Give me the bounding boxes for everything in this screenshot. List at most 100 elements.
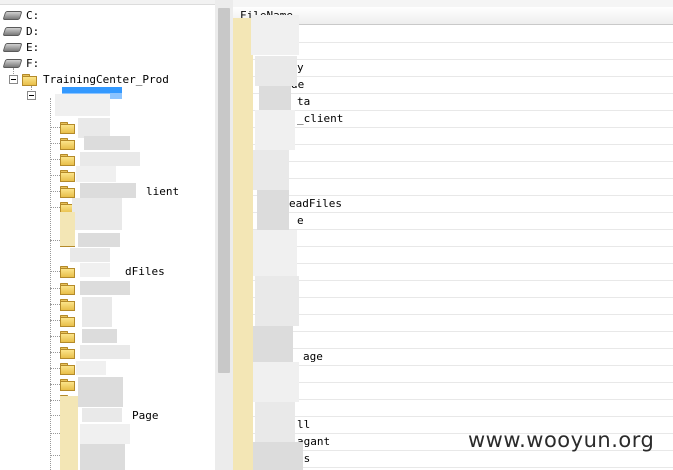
scrollbar-thumb[interactable]	[218, 8, 230, 373]
tree-drive-e[interactable]: E:	[4, 40, 39, 54]
list-row[interactable]	[233, 331, 673, 349]
tree-line	[50, 191, 60, 192]
folder-icon	[60, 378, 75, 391]
redacted-block	[55, 94, 110, 116]
list-row[interactable]: _client	[233, 110, 673, 128]
tree-line	[50, 288, 60, 289]
list-row[interactable]: ta	[233, 93, 673, 111]
list-row[interactable]: age	[233, 348, 673, 366]
redacted-block	[253, 442, 303, 470]
redacted-block	[78, 233, 120, 247]
tree-line	[50, 159, 60, 160]
redacted-block	[76, 166, 116, 182]
redacted-block	[255, 56, 297, 86]
list-row[interactable]: y	[233, 59, 673, 77]
file-name: _client	[297, 112, 344, 125]
redacted-block	[82, 297, 112, 327]
list-row[interactable]	[233, 280, 673, 298]
redacted-block	[253, 150, 289, 190]
list-row[interactable]	[233, 178, 673, 196]
tree-folder[interactable]	[60, 313, 75, 327]
file-list-pane[interactable]: FileName y de ta _client eadFiles e age …	[233, 0, 673, 470]
folder-icon	[60, 362, 75, 375]
tree-line	[50, 207, 60, 208]
redacted-block	[251, 15, 299, 55]
tree-folder[interactable]	[60, 281, 75, 295]
list-row[interactable]	[233, 25, 673, 43]
drive-icon	[4, 10, 20, 20]
folder-icon	[60, 121, 75, 134]
list-row[interactable]: eadFiles	[233, 195, 673, 213]
collapse-toggle[interactable]	[27, 91, 36, 100]
redacted-block	[253, 362, 299, 402]
tree-folder[interactable]	[60, 152, 75, 166]
list-row[interactable]: e	[233, 212, 673, 230]
file-name: e	[297, 214, 304, 227]
folder-icon	[60, 298, 75, 311]
tree-folder-trainingcenter-prod[interactable]: TrainingCenter_Prod	[22, 72, 169, 86]
list-row[interactable]	[233, 365, 673, 383]
folder-label: dFiles	[125, 264, 165, 278]
drive-label: E:	[26, 40, 40, 54]
tree-folder[interactable]	[60, 168, 75, 182]
folder-label: Page	[132, 408, 159, 422]
tree-line	[50, 415, 60, 416]
list-row[interactable]	[233, 382, 673, 400]
redacted-block	[80, 345, 130, 359]
tree-folder[interactable]	[60, 361, 75, 375]
tree-folder[interactable]	[60, 377, 75, 391]
list-row[interactable]: de	[233, 76, 673, 94]
redacted-block	[255, 276, 299, 326]
redacted-block	[60, 212, 75, 246]
folder-icon	[22, 73, 37, 86]
tree-line	[50, 271, 60, 272]
list-row[interactable]	[233, 161, 673, 179]
list-header[interactable]: FileName	[233, 7, 673, 25]
list-row[interactable]	[233, 297, 673, 315]
redacted-block	[259, 86, 291, 110]
tree-drive-c[interactable]: C:	[4, 8, 39, 22]
redacted-block	[80, 424, 130, 444]
drive-icon	[4, 42, 20, 52]
redacted-block	[60, 396, 78, 470]
redacted-block	[80, 263, 110, 277]
list-row[interactable]	[233, 127, 673, 145]
drive-label: C:	[26, 8, 40, 22]
redacted-block	[80, 281, 130, 295]
tree-folder[interactable]	[60, 329, 75, 343]
list-row[interactable]	[233, 263, 673, 281]
list-row[interactable]	[233, 246, 673, 264]
drive-icon	[4, 58, 20, 68]
tree-line	[50, 368, 60, 369]
list-row[interactable]	[233, 399, 673, 417]
folder-icon	[60, 330, 75, 343]
tree-line	[50, 320, 60, 321]
tree-line	[50, 352, 60, 353]
tree-folder[interactable]	[60, 345, 75, 359]
watermark: www.wooyun.org	[468, 428, 655, 452]
collapse-toggle[interactable]	[9, 75, 18, 84]
tree-scrollbar[interactable]	[215, 0, 233, 470]
tree-line	[50, 400, 60, 401]
redacted-block	[253, 230, 297, 276]
list-row[interactable]	[233, 314, 673, 332]
tree-folder-uploadfiles[interactable]: dFiles	[60, 264, 165, 278]
tree-drive-d[interactable]: D:	[4, 24, 39, 38]
tree-folder[interactable]	[60, 136, 75, 150]
folder-icon	[60, 153, 75, 166]
redacted-block	[82, 329, 117, 343]
folder-tree-pane[interactable]: C: D: E: F: TrainingCenter_Prod lient dF	[0, 0, 215, 470]
list-row[interactable]	[233, 144, 673, 162]
list-row[interactable]	[233, 229, 673, 247]
file-name: eadFiles	[289, 197, 342, 210]
list-row[interactable]	[233, 42, 673, 60]
tree-drive-f[interactable]: F:	[4, 56, 39, 70]
tree-folder[interactable]	[60, 120, 75, 134]
redacted-block	[78, 377, 123, 407]
drive-label: D:	[26, 24, 40, 38]
tree-folder[interactable]	[60, 297, 75, 311]
redacted-block	[253, 326, 293, 362]
list-top-edge	[233, 0, 673, 7]
redacted-block	[80, 152, 140, 166]
folder-icon	[60, 346, 75, 359]
